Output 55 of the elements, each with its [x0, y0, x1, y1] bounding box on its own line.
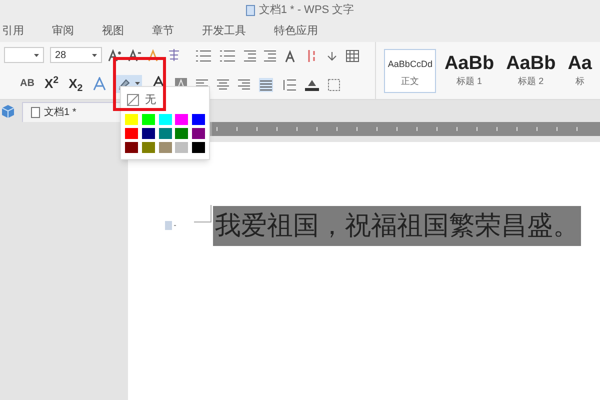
font-name-field[interactable]	[4, 47, 44, 64]
border-icon[interactable]	[328, 78, 340, 91]
strikethrough-button[interactable]: AB	[20, 76, 34, 92]
superscript-button[interactable]: X$^{2}$	[44, 74, 59, 94]
document-tab[interactable]: 文档1 *	[22, 102, 122, 122]
cube-icon[interactable]	[2, 105, 14, 118]
style-option[interactable]: AaBb 标题 1	[440, 48, 498, 92]
caret-icon	[92, 54, 97, 57]
no-color-option[interactable]: 无	[125, 92, 158, 108]
no-color-icon	[127, 94, 139, 106]
text-effect-icon[interactable]	[92, 76, 106, 91]
style-option[interactable]: AaBbCcDd 正文	[384, 48, 436, 92]
caret-icon	[34, 54, 39, 57]
color-swatch[interactable]	[192, 142, 206, 153]
menu-tab[interactable]: 审阅	[52, 22, 74, 40]
color-swatch[interactable]	[158, 114, 172, 125]
line-spacing-icon[interactable]	[282, 78, 296, 91]
menu-tab[interactable]: 开发工具	[202, 22, 246, 40]
font-size-field[interactable]: 28	[50, 47, 102, 64]
style-option[interactable]: Aa 标	[564, 48, 596, 92]
color-swatch[interactable]	[192, 114, 206, 125]
window-title: 文档1 * - WPS 文字	[258, 2, 354, 18]
shrink-font-icon[interactable]	[128, 48, 142, 62]
document-icon	[246, 4, 255, 16]
shading-fill-icon[interactable]	[305, 78, 320, 92]
color-swatch[interactable]	[125, 128, 138, 139]
document-icon	[31, 107, 40, 118]
color-swatch[interactable]	[158, 142, 172, 153]
color-swatch[interactable]	[142, 128, 155, 139]
color-swatch[interactable]	[142, 142, 155, 153]
numbered-list-icon[interactable]	[220, 50, 236, 62]
bullet-list-icon[interactable]	[196, 50, 212, 62]
menu-tab[interactable]: 视图	[102, 22, 124, 40]
corner-mark	[194, 205, 212, 223]
subscript-button[interactable]: X$_{2}$	[68, 74, 83, 94]
table-icon[interactable]	[346, 50, 360, 62]
color-swatch[interactable]	[125, 114, 138, 125]
grow-font-icon[interactable]	[108, 48, 122, 62]
align-center-icon[interactable]	[217, 79, 230, 90]
color-swatch[interactable]	[125, 142, 138, 153]
align-right-icon[interactable]	[238, 79, 250, 90]
style-option[interactable]: AaBb 标题 2	[502, 48, 560, 92]
menu-tab[interactable]: 引用	[2, 22, 24, 40]
color-swatch[interactable]	[175, 114, 188, 125]
color-swatch[interactable]	[192, 128, 206, 139]
decrease-indent-icon[interactable]	[244, 50, 256, 62]
color-swatch[interactable]	[158, 128, 172, 139]
color-swatch[interactable]	[142, 114, 155, 125]
justify-icon[interactable]	[259, 78, 274, 92]
menu-tab[interactable]: 章节	[152, 22, 174, 40]
color-swatch[interactable]	[175, 128, 188, 139]
paragraph-text[interactable]: 我爱祖国，祝福祖国繁荣昌盛。	[213, 206, 581, 246]
menu-tab[interactable]: 特色应用	[274, 22, 318, 40]
color-swatch[interactable]	[175, 142, 188, 153]
increase-indent-icon[interactable]	[264, 50, 276, 62]
